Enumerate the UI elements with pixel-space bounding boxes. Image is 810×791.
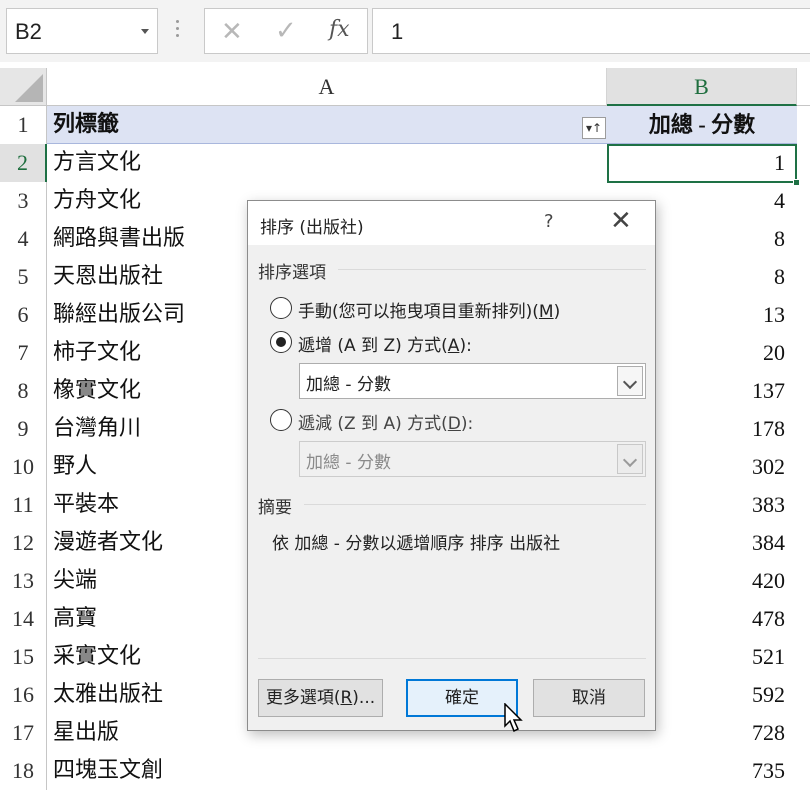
help-icon[interactable]: ? [544,211,554,232]
score-cell[interactable]: 735 [607,752,797,790]
row-header[interactable]: 10 [0,448,47,486]
ok-button[interactable]: 確定 [406,679,518,717]
row-header[interactable]: 15 [0,638,47,676]
row-header[interactable]: 12 [0,524,47,562]
row-header[interactable]: 14 [0,600,47,638]
name-box[interactable]: B2 [6,8,158,54]
descending-field-select[interactable]: 加總 - 分數 [299,441,646,477]
chevron-down-icon[interactable] [617,366,643,396]
column-header-b[interactable]: B [607,68,797,106]
summary-text: 依 加總 - 分數以遞增順序 排序 出版社 [272,534,561,554]
sum-score-header[interactable]: 加總 - 分數 [607,106,797,144]
pivot-header-row: 1 列標籤 ▾↑ 加總 - 分數 [0,106,810,144]
column-header-a[interactable]: A [47,68,607,106]
row-header[interactable]: 9 [0,410,47,448]
ascending-field-select[interactable]: 加總 - 分數 [299,363,646,399]
row-header[interactable]: 2 [0,144,47,182]
cancel-button[interactable]: 取消 [533,679,645,717]
row-header[interactable]: 18 [0,752,47,790]
filter-sort-icon[interactable]: ▾↑ [582,117,606,139]
formula-bar: B2 ✕ ✓ fx 1 [0,0,810,62]
row-header[interactable]: 5 [0,258,47,296]
formula-value: 1 [391,19,404,44]
active-cell-border [607,144,800,186]
publisher-cell[interactable]: 四塊玉文創 [47,752,607,790]
row-header[interactable]: 11 [0,486,47,524]
row-header[interactable]: 4 [0,220,47,258]
name-box-value: B2 [15,19,42,44]
button-divider [258,658,646,659]
manual-radio[interactable] [270,297,292,319]
sort-options-group-label: 排序選項 [258,263,326,283]
row-header[interactable]: 16 [0,676,47,714]
enter-icon[interactable]: ✓ [275,16,297,46]
ascending-label[interactable]: 遞增 (A 到 Z) 方式(A): [298,331,472,356]
mouse-pointer-icon [504,703,523,733]
row-header[interactable]: 13 [0,562,47,600]
publisher-cell[interactable]: 方言文化 [47,144,607,182]
close-icon[interactable]: ✕ [610,207,632,235]
ascending-radio[interactable] [270,331,292,353]
select-all-button[interactable] [0,68,47,106]
chevron-down-icon[interactable] [617,444,643,474]
descending-field-value: 加總 - 分數 [306,453,391,473]
row-header[interactable]: 17 [0,714,47,752]
column-header-c[interactable] [797,68,810,106]
fill-handle[interactable] [793,179,800,186]
grip-icon[interactable] [176,20,180,40]
row-header[interactable]: 7 [0,334,47,372]
group-divider [338,269,646,270]
dialog-title: 排序 (出版社) [260,218,364,238]
insert-function-icon[interactable]: fx [329,17,350,42]
sort-dialog: 排序 (出版社) ? ✕ 排序選項 手動(您可以拖曳項目重新排列)(M) 遞增 … [247,200,656,731]
chevron-down-icon[interactable] [141,29,149,34]
formula-buttons: ✕ ✓ fx [204,8,368,54]
summary-group-label: 摘要 [258,498,292,518]
row-header[interactable]: 8 [0,372,47,410]
cancel-icon[interactable]: ✕ [221,17,243,47]
group-divider [304,504,646,505]
row-header[interactable]: 3 [0,182,47,220]
row-labels-header[interactable]: 列標籤 [47,106,607,144]
ascending-field-value: 加總 - 分數 [306,375,391,395]
manual-label[interactable]: 手動(您可以拖曳項目重新排列)(M) [298,297,560,322]
row-header[interactable]: 1 [0,106,47,144]
formula-input[interactable]: 1 [372,8,810,54]
descending-radio[interactable] [270,409,292,431]
more-options-button[interactable]: 更多選項(R)... [258,679,383,717]
dialog-title-bar: 排序 (出版社) ? ✕ [248,201,655,245]
row-header[interactable]: 6 [0,296,47,334]
table-row: 18 四塊玉文創 735 [0,752,810,790]
descending-label[interactable]: 遞減 (Z 到 A) 方式(D): [298,409,473,434]
